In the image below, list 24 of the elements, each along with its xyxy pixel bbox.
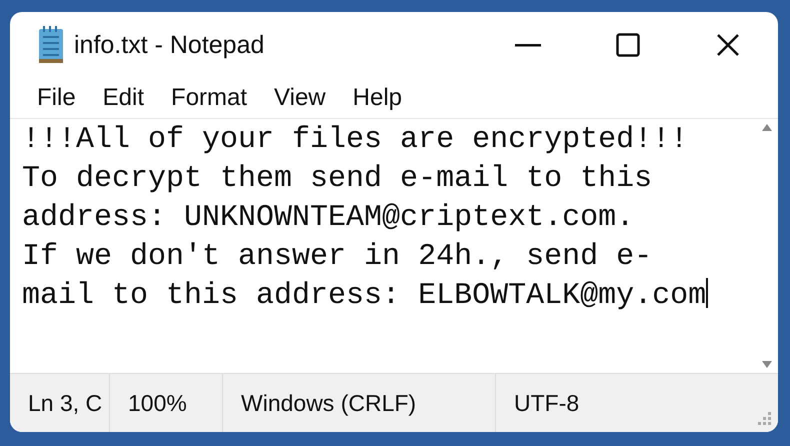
status-text: Windows (CRLF) (223, 374, 496, 432)
scroll-up-icon[interactable] (762, 123, 772, 131)
text-line: If we don't answer in 24h., send e- (22, 239, 652, 276)
status-text: 100% (110, 374, 223, 432)
text-line: !!!All of your files are encrypted!!! (22, 122, 688, 159)
status-text: UTF-8 (513, 388, 580, 418)
menu-item[interactable]: Format (160, 84, 264, 112)
maximize-icon (616, 33, 640, 57)
status-text: Ln 3, C (10, 374, 110, 432)
text-line: mail to this address: ELBOWTALK@my.com (22, 277, 708, 315)
menu-item[interactable]: File (26, 84, 92, 112)
menu-item[interactable]: Edit (92, 84, 160, 112)
text-editor[interactable]: !!!All of your files are encrypted!!! To decrypt them send e-mail to this address: UNKNOWNTEAM@criptext.com. If we don't answer in 24h., send e- mail to this address: ELBOWTALK@my.com (10, 119, 756, 373)
notepad-icon (38, 26, 64, 64)
text-cursor (706, 278, 708, 308)
scroll-down-icon[interactable] (762, 361, 772, 369)
minimize-icon (515, 43, 541, 47)
close-icon (716, 33, 740, 57)
menu-item[interactable]: Help (342, 84, 418, 112)
window-title: info.txt - Notepad (74, 30, 266, 60)
resize-grip-icon[interactable] (758, 412, 772, 426)
text-line: address: UNKNOWNTEAM@criptext.com. (22, 200, 634, 237)
text-line: To decrypt them send e-mail to this (22, 161, 652, 198)
menu-item[interactable]: View (263, 84, 342, 112)
